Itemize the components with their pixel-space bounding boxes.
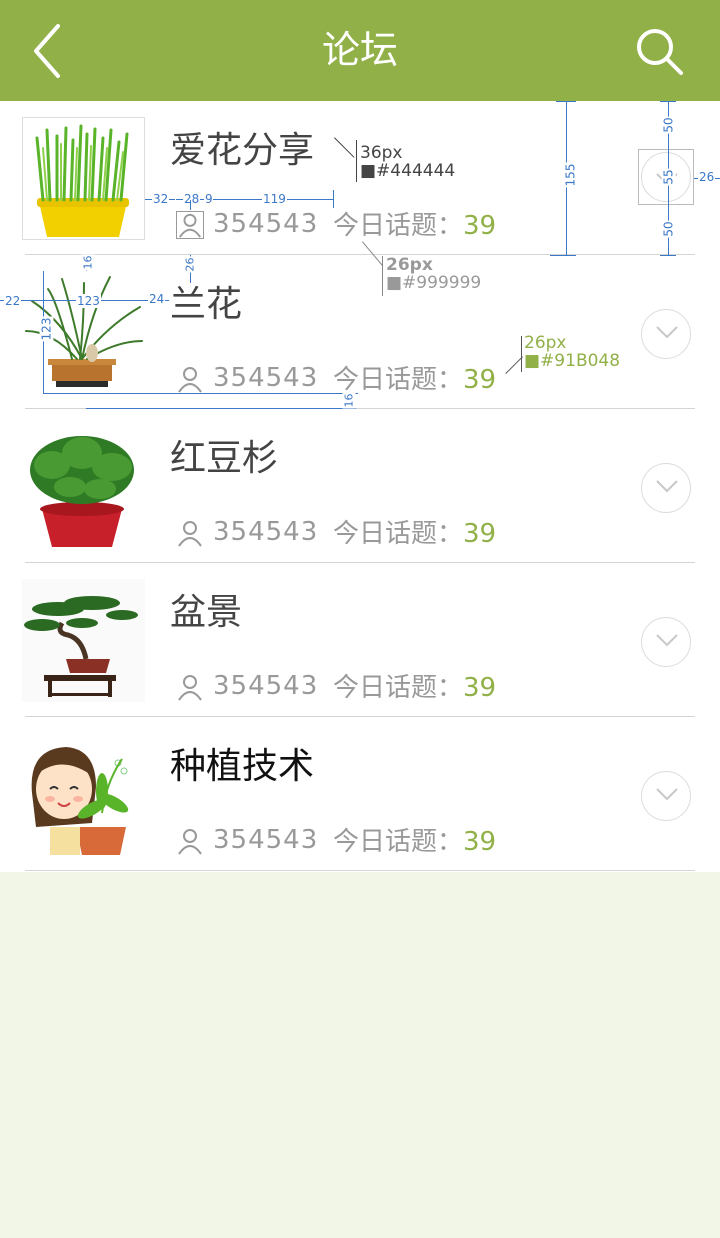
today-topics-count: 39 bbox=[463, 519, 497, 549]
member-count: 354543 bbox=[213, 363, 319, 393]
dim-label: 123 bbox=[76, 294, 101, 308]
forum-item[interactable]: 盆景 354543 今日话题：39 bbox=[0, 563, 720, 717]
dim-label: 50 bbox=[661, 220, 676, 238]
forum-thumbnail bbox=[22, 425, 145, 548]
member-count: 354543 bbox=[213, 825, 319, 855]
dim-label: 16 bbox=[342, 392, 356, 409]
forum-item[interactable]: 种植技术 354543 今日话题：39 bbox=[0, 717, 720, 871]
today-topics-count: 39 bbox=[463, 827, 497, 857]
dim-label: 26 bbox=[698, 170, 716, 184]
expand-button[interactable] bbox=[641, 463, 691, 513]
forum-item[interactable]: 红豆杉 354543 今日话题：39 bbox=[0, 409, 720, 563]
dim-label: 119 bbox=[262, 192, 287, 206]
yew-pot-image bbox=[30, 436, 134, 547]
today-topics-count: 39 bbox=[463, 211, 497, 241]
app-header: 论坛 bbox=[0, 0, 720, 101]
forum-item[interactable]: 兰花 354543 今日话题：39 bbox=[0, 255, 720, 409]
spec-meta-color: ■#999999 bbox=[386, 273, 482, 293]
forum-title: 红豆杉 bbox=[170, 438, 279, 479]
dim-label: 22 bbox=[4, 294, 22, 308]
dim-label: 50 bbox=[661, 116, 676, 134]
today-topics: 今日话题：39 bbox=[333, 359, 496, 396]
chevron-down-icon bbox=[656, 480, 678, 493]
user-icon bbox=[176, 211, 204, 239]
today-topics-count: 39 bbox=[463, 365, 497, 395]
today-topics-label: 今日话题： bbox=[333, 673, 464, 703]
dim-label: 9 bbox=[204, 192, 214, 206]
dim-label: 123 bbox=[39, 316, 54, 342]
user-icon bbox=[176, 673, 204, 701]
dim-label: 28 bbox=[183, 192, 201, 206]
spec-accent-size: 26px bbox=[524, 333, 567, 353]
today-topics: 今日话题：39 bbox=[333, 205, 496, 242]
forum-title: 兰花 bbox=[170, 284, 243, 325]
dim-label: 16 bbox=[81, 254, 95, 271]
dim-label: 32 bbox=[152, 192, 170, 206]
user-icon bbox=[176, 827, 204, 855]
today-topics: 今日话题：39 bbox=[333, 821, 496, 858]
forum-title: 爱花分享 bbox=[170, 130, 315, 171]
spec-title-size: 36px bbox=[360, 143, 403, 163]
page-title: 论坛 bbox=[321, 28, 398, 72]
forum-list: 爱花分享 354543 今日话题：39 兰花 354543 今日话题：39 红豆… bbox=[0, 101, 720, 872]
expand-button[interactable] bbox=[641, 309, 691, 359]
member-count: 354543 bbox=[213, 209, 319, 239]
expand-button[interactable] bbox=[641, 617, 691, 667]
dim-label: 24 bbox=[148, 292, 166, 306]
dim-label: 55 bbox=[661, 168, 676, 186]
spec-meta-size: 26px bbox=[386, 255, 433, 275]
spec-accent-color: ■#91B048 bbox=[524, 351, 621, 371]
expand-button[interactable] bbox=[641, 771, 691, 821]
spec-title-color: ■#444444 bbox=[360, 161, 456, 181]
forum-thumbnail bbox=[22, 117, 145, 240]
wheatgrass-pot-image bbox=[35, 124, 129, 237]
today-topics: 今日话题：39 bbox=[333, 667, 496, 704]
today-topics-label: 今日话题： bbox=[333, 519, 464, 549]
chevron-down-icon bbox=[656, 634, 678, 647]
today-topics-label: 今日话题： bbox=[333, 827, 464, 857]
today-topics-count: 39 bbox=[463, 673, 497, 703]
member-count: 354543 bbox=[213, 671, 319, 701]
today-topics: 今日话题：39 bbox=[333, 513, 496, 550]
search-icon bbox=[637, 29, 683, 75]
today-topics-label: 今日话题： bbox=[333, 365, 464, 395]
search-button[interactable] bbox=[634, 26, 686, 78]
forum-thumbnail bbox=[22, 733, 145, 856]
girl-with-plant-image bbox=[31, 747, 129, 855]
user-icon bbox=[176, 519, 204, 547]
dim-label: 26 bbox=[183, 256, 197, 273]
forum-thumbnail bbox=[22, 579, 145, 702]
chevron-down-icon bbox=[656, 326, 678, 339]
forum-title: 种植技术 bbox=[170, 746, 315, 787]
row-divider bbox=[25, 870, 695, 871]
forum-title: 盆景 bbox=[170, 592, 243, 633]
member-count: 354543 bbox=[213, 517, 319, 547]
user-icon bbox=[176, 365, 204, 393]
bonsai-pine-image bbox=[22, 579, 145, 702]
dim-label: 155 bbox=[563, 162, 578, 188]
chevron-down-icon bbox=[656, 788, 678, 801]
today-topics-label: 今日话题： bbox=[333, 211, 464, 241]
